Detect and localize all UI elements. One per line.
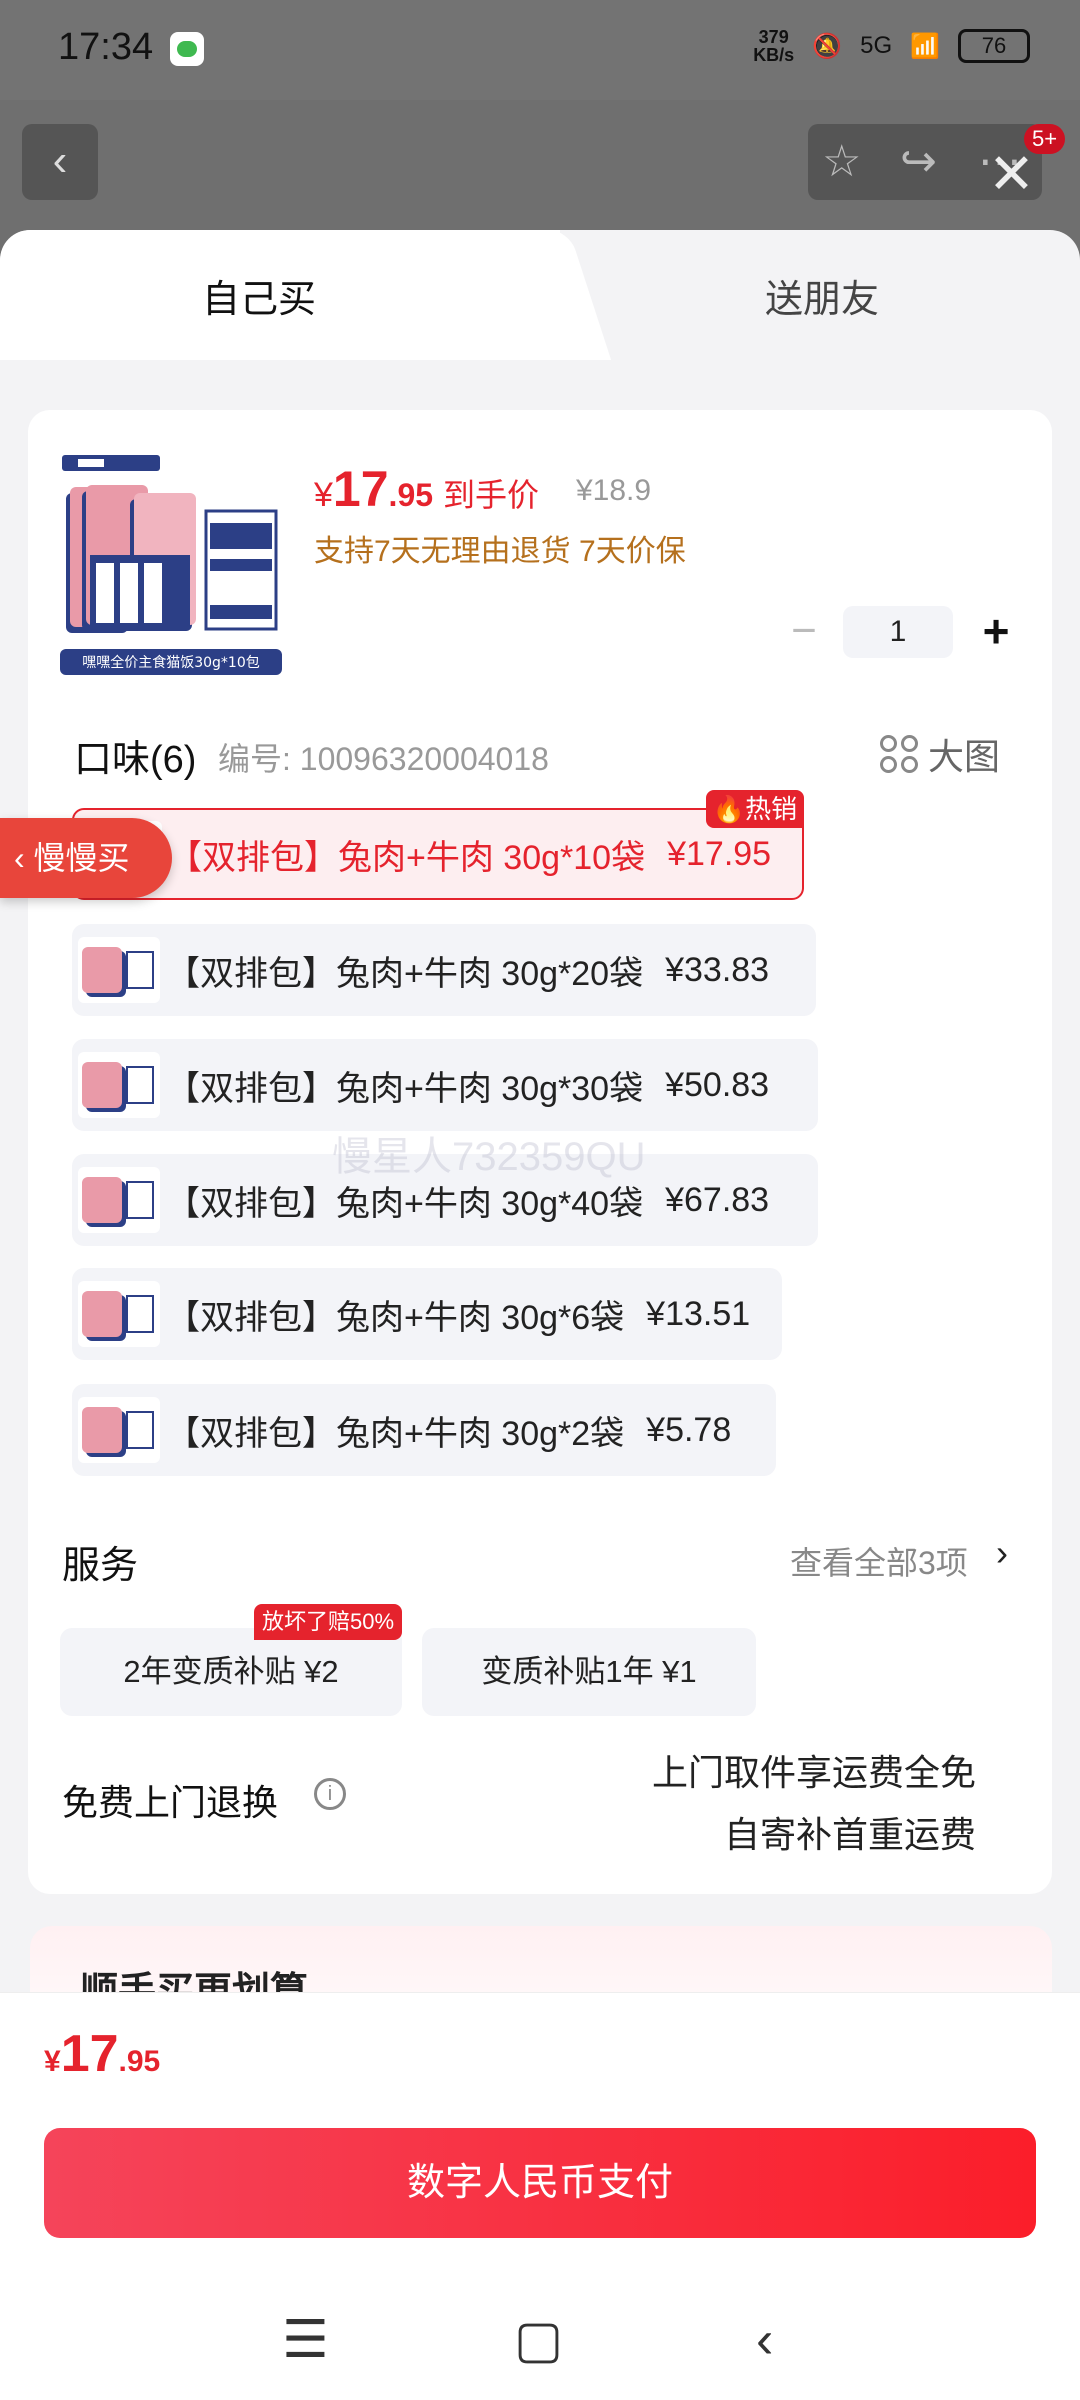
free-return-line2: 自寄补首重运费 — [723, 1814, 976, 1855]
quantity-minus-button[interactable]: − — [784, 606, 824, 658]
option-price: ¥17.95 — [667, 834, 772, 873]
option-price: ¥50.83 — [665, 1065, 770, 1104]
back-button[interactable]: ‹ — [22, 124, 98, 200]
menu-icon[interactable]: ☰ — [282, 2310, 329, 2370]
option-price: ¥33.83 — [665, 950, 770, 989]
status-bar: 17:34 379 KB/s 🔕 5G 📶 76 — [0, 0, 1080, 100]
mute-icon: 🔕 — [812, 32, 843, 60]
watermark: 慢星人732359QU — [332, 1135, 646, 1179]
option-price: ¥67.83 — [665, 1180, 770, 1219]
battery-indicator: 76 — [958, 29, 1030, 63]
service-view-all[interactable]: 查看全部3项 — [790, 1538, 968, 1584]
slow-buy-button[interactable]: ‹ 慢慢买 — [0, 818, 172, 898]
option-label: 【双排包】兔肉+牛肉 30g*30袋 — [166, 1069, 644, 1108]
free-return-label: 免费上门退换 — [62, 1782, 279, 1823]
pay-button[interactable]: 数字人民币支付 — [44, 2128, 1036, 2238]
hot-badge: 🔥热销 — [706, 790, 804, 828]
service-badge: 放坏了赔50% — [254, 1604, 403, 1640]
grid-icon — [880, 735, 918, 773]
tab-self[interactable]: 自己买 — [202, 268, 316, 323]
star-icon[interactable]: ☆ — [822, 136, 861, 187]
flavor-option-2[interactable]: 【双排包】兔肉+牛肉 30g*20袋 ¥33.83 — [72, 924, 816, 1016]
quantity-plus-button[interactable]: + — [974, 606, 1018, 658]
bottom-price: ¥17.95 — [44, 2025, 161, 2083]
option-thumbnail — [78, 1167, 160, 1233]
big-picture-button[interactable]: 大图 — [880, 728, 1000, 780]
price-label: 到手价 — [443, 477, 540, 513]
option-thumbnail — [78, 1281, 160, 1347]
option-label: 【双排包】兔肉+牛肉 30g*10袋 — [168, 838, 646, 877]
info-icon[interactable]: i — [314, 1778, 346, 1810]
original-price: ¥18.9 — [576, 474, 652, 507]
option-price: ¥5.78 — [646, 1410, 732, 1449]
wifi-icon: 📶 — [910, 32, 940, 60]
close-icon[interactable]: ✕ — [988, 144, 1035, 204]
chevron-right-icon[interactable]: › — [996, 1532, 1008, 1574]
back-icon[interactable]: ‹ — [756, 2310, 773, 2370]
option-thumbnail — [78, 1052, 160, 1118]
share-icon[interactable]: ↪ — [900, 136, 937, 187]
support-text: 支持7天无理由退货 7天价保 — [314, 535, 686, 568]
chevron-left-icon: ‹ — [14, 840, 34, 876]
option-label: 【双排包】兔肉+牛肉 30g*6袋 — [166, 1298, 625, 1337]
quantity-input[interactable]: 1 — [843, 606, 953, 658]
product-price: ¥17.95 — [314, 461, 434, 517]
service-option-2[interactable]: 变质补贴1年 ¥1 — [422, 1628, 756, 1716]
option-label: 【双排包】兔肉+牛肉 30g*20袋 — [166, 954, 644, 993]
service-title: 服务 — [62, 1545, 139, 1587]
signal-5g: 5G — [860, 32, 893, 59]
flavor-title: 口味(6) — [74, 739, 197, 781]
option-thumbnail — [78, 937, 160, 1003]
flavor-option-6[interactable]: 【双排包】兔肉+牛肉 30g*2袋 ¥5.78 — [72, 1384, 776, 1476]
flavor-option-5[interactable]: 【双排包】兔肉+牛肉 30g*6袋 ¥13.51 — [72, 1268, 782, 1360]
home-icon[interactable]: ▢ — [514, 2310, 563, 2370]
product-code: 编号: 10096320004018 — [218, 741, 549, 777]
flavor-option-3[interactable]: 【双排包】兔肉+牛肉 30g*30袋 ¥50.83 — [72, 1039, 818, 1131]
status-time: 17:34 — [58, 26, 154, 68]
status-indicators: 379 KB/s 🔕 5G 📶 76 — [753, 28, 1030, 64]
option-label: 【双排包】兔肉+牛肉 30g*40袋 — [166, 1184, 644, 1223]
option-label: 【双排包】兔肉+牛肉 30g*2袋 — [166, 1414, 625, 1453]
network-speed: 379 KB/s — [753, 27, 795, 65]
wechat-notification-icon — [170, 32, 204, 66]
svg-text:嘿嘿全价主食猫饭30g*10包: 嘿嘿全价主食猫饭30g*10包 — [82, 654, 260, 671]
product-image: 嘿嘿全价主食猫饭30g*10包 — [60, 455, 282, 675]
option-price: ¥13.51 — [646, 1294, 751, 1333]
big-picture-label: 大图 — [928, 736, 1001, 777]
service-option-1[interactable]: 2年变质补贴 ¥2 — [60, 1628, 402, 1716]
option-thumbnail — [78, 1397, 160, 1463]
system-navigation: ☰ ▢ ‹ — [0, 2280, 1080, 2400]
tab-friend[interactable]: 送朋友 — [765, 268, 879, 323]
free-return-line1: 上门取件享运费全免 — [651, 1752, 976, 1793]
flavor-option-1[interactable]: 【双排包】兔肉+牛肉 30g*10袋 ¥17.95 — [72, 808, 804, 900]
